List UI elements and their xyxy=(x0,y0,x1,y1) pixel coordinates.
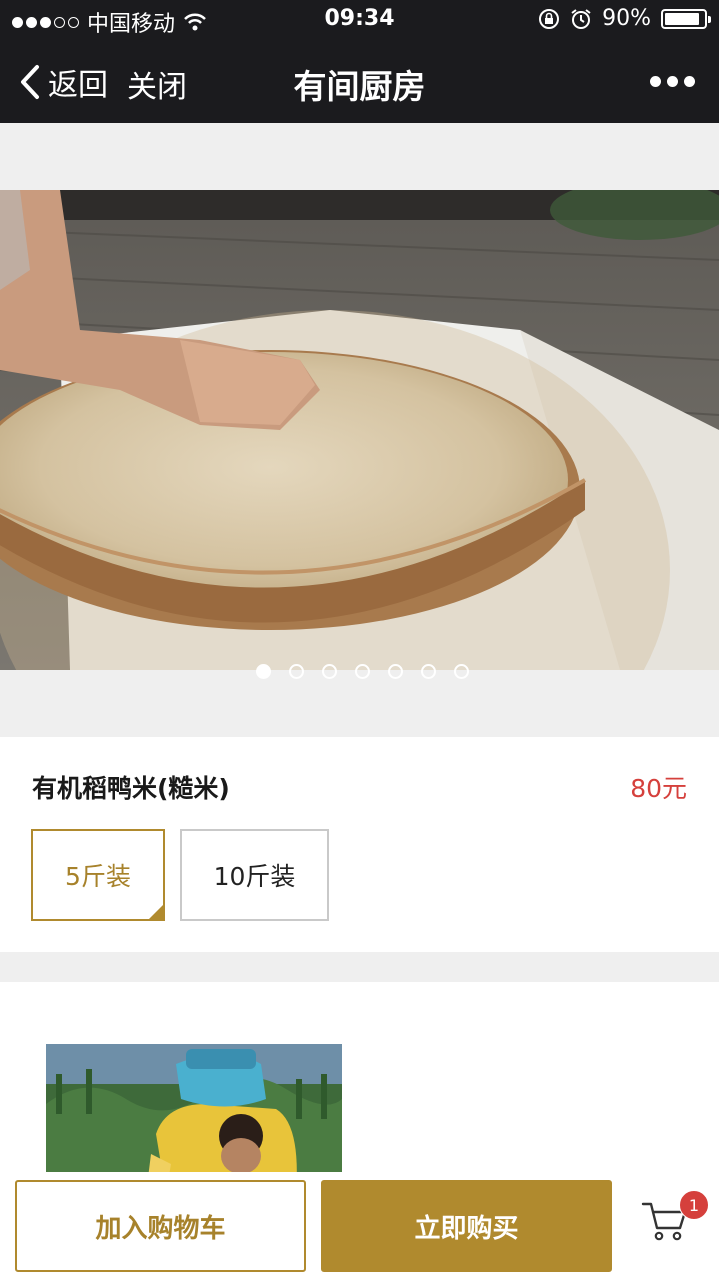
product-price: 80元 xyxy=(630,774,687,803)
status-bar: 中国移动 09:34 90% xyxy=(0,0,719,40)
battery-icon xyxy=(661,8,711,29)
carousel-dot[interactable] xyxy=(256,664,271,679)
product-name: 有机稻鸭米(糙米) xyxy=(32,774,230,803)
back-label: 返回 xyxy=(48,68,108,103)
carousel-dot[interactable] xyxy=(289,664,304,679)
product-image-carousel[interactable] xyxy=(0,190,719,670)
option-10jin[interactable]: 10斤装 xyxy=(180,829,329,921)
product-info: 有机稻鸭米(糙米) 80元 5斤装 10斤装 xyxy=(0,737,719,952)
chevron-left-icon xyxy=(21,65,39,99)
cart-count-badge: 1 xyxy=(679,1190,709,1220)
selected-corner-icon xyxy=(147,903,165,921)
back-button[interactable]: 返回 xyxy=(18,60,108,104)
nav-bar: 返回 关闭 有间厨房 xyxy=(0,40,719,123)
option-5jin[interactable]: 5斤装 xyxy=(31,829,165,921)
alarm-icon xyxy=(571,8,591,29)
status-right: 90% xyxy=(538,6,711,31)
rotation-lock-icon xyxy=(539,8,560,29)
option-label: 10斤装 xyxy=(213,862,296,891)
carousel-dot[interactable] xyxy=(421,664,436,679)
carousel-dot[interactable] xyxy=(355,664,370,679)
carousel-dot[interactable] xyxy=(388,664,403,679)
rice-sieve-photo xyxy=(0,190,719,670)
battery-percent: 90% xyxy=(602,6,651,31)
ellipsis-icon[interactable] xyxy=(650,76,695,87)
carousel-dot[interactable] xyxy=(322,664,337,679)
close-button[interactable]: 关闭 xyxy=(127,62,187,106)
option-label: 5斤装 xyxy=(65,862,131,891)
add-to-cart-button[interactable]: 加入购物车 xyxy=(15,1180,306,1272)
bottom-action-bar: 加入购物车 立即购买 1 xyxy=(0,1172,719,1280)
carousel-indicator[interactable] xyxy=(0,664,719,684)
buy-now-button[interactable]: 立即购买 xyxy=(321,1180,612,1272)
carousel-dot[interactable] xyxy=(454,664,469,679)
